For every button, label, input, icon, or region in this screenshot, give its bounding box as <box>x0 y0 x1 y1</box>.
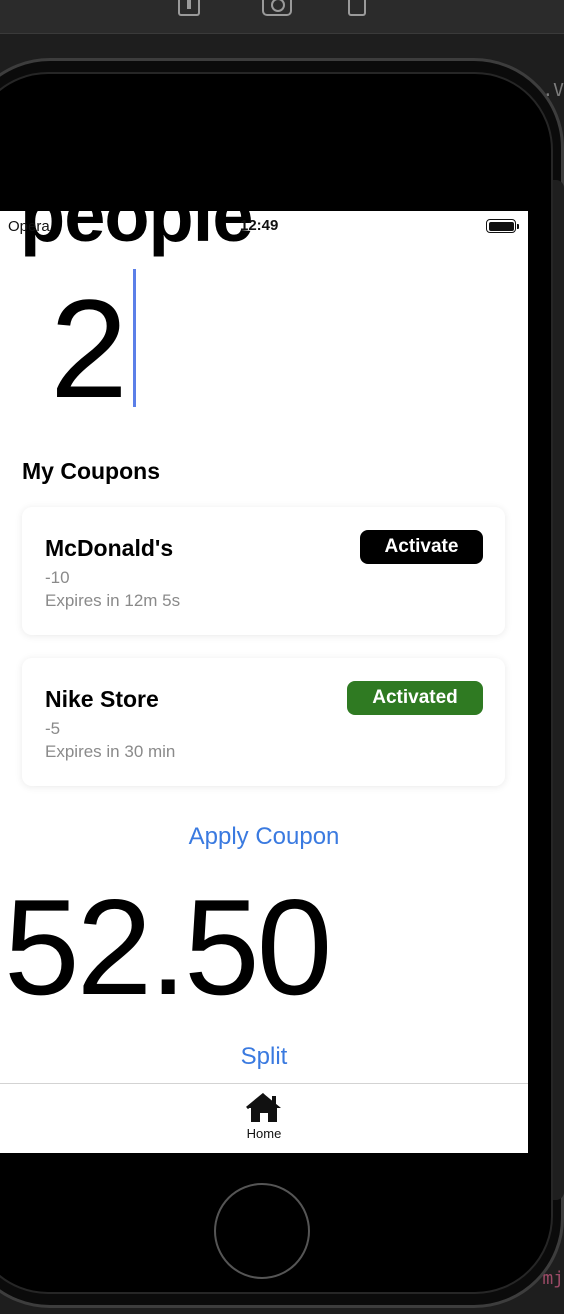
battery-icon <box>486 219 519 233</box>
device-home-button[interactable] <box>214 1183 310 1279</box>
coupon-expiry: Expires in 30 min <box>45 742 176 761</box>
simulator-toolbar <box>0 0 564 34</box>
activated-button[interactable]: Activated <box>347 681 483 715</box>
coupon-value: -10 <box>45 568 70 587</box>
rotate-icon[interactable] <box>348 0 366 16</box>
text-cursor <box>133 269 136 407</box>
tab-bar: Home <box>0 1083 528 1153</box>
coupon-card: McDonald's -10 Expires in 12m 5s Activat… <box>22 507 505 635</box>
tab-home[interactable]: Home <box>224 1092 304 1150</box>
home-icon[interactable] <box>178 0 200 16</box>
simulator-window: n.V mj people Opera 12:49 2 My Coupons M… <box>0 0 564 1314</box>
house-icon <box>246 1092 281 1122</box>
people-count-input[interactable]: 2 <box>50 279 128 419</box>
device-screen: people Opera 12:49 2 My Coupons McDonald… <box>0 211 528 1153</box>
coupons-section-title: My Coupons <box>22 458 160 484</box>
screenshot-icon[interactable] <box>262 0 292 16</box>
carrier-label: Opera <box>8 218 50 235</box>
tab-home-label: Home <box>246 1126 282 1141</box>
coupon-name: Nike Store <box>45 686 159 712</box>
status-time: 12:49 <box>240 217 279 234</box>
apply-coupon-button[interactable]: Apply Coupon <box>0 823 528 851</box>
status-bar: Opera 12:49 <box>0 211 528 241</box>
total-amount: 52.50 <box>4 871 332 1023</box>
split-button[interactable]: Split <box>0 1043 528 1071</box>
coupon-value: -5 <box>45 719 61 738</box>
activate-button[interactable]: Activate <box>360 530 483 564</box>
coupon-name: McDonald's <box>45 535 174 561</box>
coupon-expiry: Expires in 12m 5s <box>45 591 181 610</box>
coupon-card: Nike Store -5 Expires in 30 min Activate… <box>22 658 505 786</box>
